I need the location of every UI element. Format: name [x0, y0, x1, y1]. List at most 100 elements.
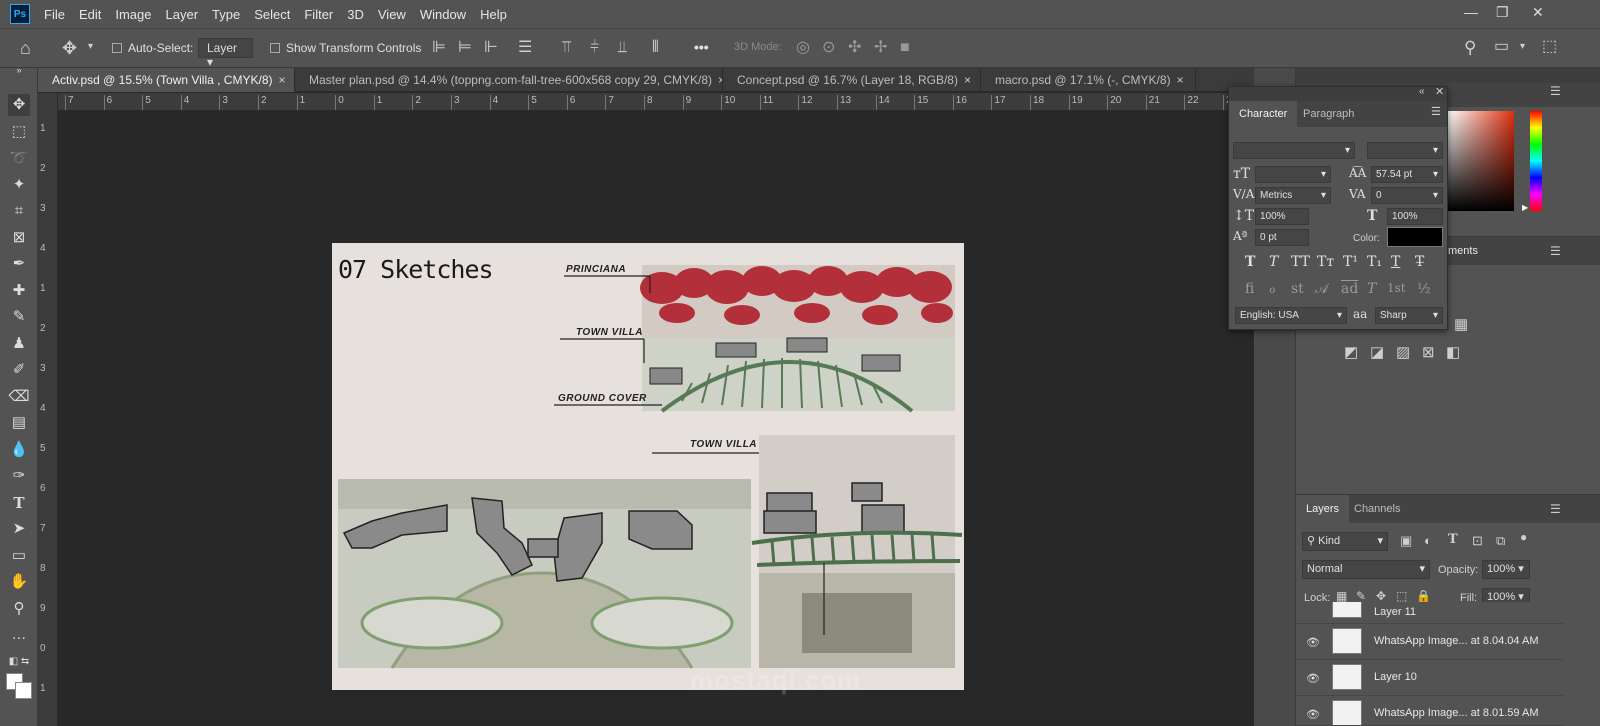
- background-color-swatch[interactable]: [15, 682, 32, 699]
- blur-tool-icon[interactable]: 💧: [8, 439, 30, 461]
- move-tool-icon[interactable]: ✥: [62, 39, 77, 57]
- 3d-slide-icon[interactable]: ✢: [874, 40, 887, 56]
- menu-type[interactable]: Type: [212, 7, 240, 22]
- eraser-tool-icon[interactable]: ⌫: [8, 386, 30, 408]
- visibility-eye-icon[interactable]: 👁: [1306, 636, 1320, 649]
- tab-paragraph[interactable]: Paragraph: [1293, 101, 1364, 127]
- tab-channels[interactable]: Channels: [1354, 495, 1400, 523]
- gradient-map-icon[interactable]: ▨: [1396, 345, 1410, 360]
- align-left-icon[interactable]: ⊫: [432, 40, 446, 56]
- distribute-vertical-icon[interactable]: ⫴: [652, 40, 659, 56]
- ligatures-icon[interactable]: fi: [1245, 281, 1254, 297]
- layer-row[interactable]: 👁 WhatsApp Image... at 8.04.04 AM: [1296, 624, 1564, 660]
- tab-activ[interactable]: Activ.psd @ 15.5% (Town Villa , CMYK/8) ×: [38, 68, 295, 92]
- auto-select-dropdown[interactable]: Layer ▾: [198, 38, 253, 69]
- eyedropper-tool-icon[interactable]: ✒: [8, 253, 30, 275]
- selective-color-icon[interactable]: ⊠: [1422, 345, 1435, 360]
- collapse-panel-icon[interactable]: «: [1419, 87, 1425, 97]
- baseline-shift-input[interactable]: 0 pt: [1255, 229, 1309, 246]
- menu-select[interactable]: Select: [254, 7, 290, 22]
- chevron-down-icon[interactable]: ▾: [88, 42, 93, 52]
- pen-tool-icon[interactable]: ✑: [8, 465, 30, 487]
- ordinals-icon[interactable]: 1st: [1387, 281, 1406, 295]
- visibility-eye-icon[interactable]: 👁: [1306, 708, 1320, 721]
- panel-menu-icon[interactable]: ☰: [1550, 85, 1561, 97]
- frame-tool-icon[interactable]: ⊠: [8, 227, 30, 249]
- tab-layers[interactable]: Layers: [1296, 495, 1350, 523]
- menu-edit[interactable]: Edit: [79, 7, 101, 22]
- tab-concept[interactable]: Concept.psd @ 16.7% (Layer 18, RGB/8) ×: [723, 68, 981, 92]
- photoshop-logo[interactable]: Ps: [10, 4, 30, 24]
- threshold-icon[interactable]: ◪: [1370, 345, 1384, 360]
- fractions-icon[interactable]: ½: [1417, 281, 1431, 297]
- marquee-tool-icon[interactable]: ⬚: [8, 121, 30, 143]
- text-color-swatch[interactable]: [1387, 227, 1443, 247]
- 3d-roll-icon[interactable]: ⊙: [822, 40, 835, 56]
- hue-slider-marker-icon[interactable]: ▶: [1522, 203, 1528, 212]
- filter-toggle-icon[interactable]: ●: [1520, 531, 1527, 543]
- align-top-icon[interactable]: ⫪: [562, 40, 571, 56]
- edit-toolbar-icon[interactable]: …: [8, 624, 30, 646]
- restore-icon[interactable]: ❐: [1496, 4, 1509, 21]
- close-icon[interactable]: ×: [278, 73, 285, 87]
- history-brush-tool-icon[interactable]: ✐: [8, 359, 30, 381]
- small-caps-icon[interactable]: Tт: [1317, 254, 1334, 270]
- menu-window[interactable]: Window: [420, 7, 466, 22]
- share-icon[interactable]: ⬚: [1542, 39, 1557, 55]
- menu-layer[interactable]: Layer: [166, 7, 199, 22]
- menu-file[interactable]: File: [44, 7, 65, 22]
- close-window-icon[interactable]: ✕: [1532, 4, 1544, 21]
- opacity-input[interactable]: 100% ▾: [1482, 560, 1530, 579]
- search-icon[interactable]: ⚲: [1464, 39, 1476, 56]
- filter-pixel-icon[interactable]: ▣: [1400, 534, 1412, 547]
- lock-image-icon[interactable]: ✎: [1356, 590, 1366, 602]
- align-center-icon[interactable]: ⊨: [458, 40, 472, 56]
- lock-transparent-icon[interactable]: ▦: [1336, 590, 1347, 602]
- horizontal-ruler[interactable]: 7 6 5 4 3 2 1 0 1 2 3 4 5 6 7 8 9 10 11 12 13 14 15 16 17 18 19 20 2…: [58, 93, 1228, 111]
- filter-adjustment-icon[interactable]: ◐: [1424, 534, 1432, 547]
- 3d-orbit-icon[interactable]: ◎: [796, 40, 810, 56]
- 3d-camera-icon[interactable]: ■: [900, 40, 910, 56]
- grid-adjust-icon[interactable]: ▦: [1454, 317, 1468, 332]
- healing-brush-tool-icon[interactable]: ✚: [8, 280, 30, 302]
- collapse-toolbar-icon[interactable]: »: [8, 65, 30, 75]
- align-bottom-icon[interactable]: ⫫: [618, 40, 627, 56]
- layer-filter-dropdown[interactable]: ⚲ Kind ▾: [1302, 532, 1388, 551]
- layer-row[interactable]: 👁 Layer 10: [1296, 660, 1564, 696]
- faux-italic-icon[interactable]: T: [1269, 254, 1278, 270]
- layer-row[interactable]: Layer 11: [1296, 602, 1564, 624]
- titling-icon[interactable]: T: [1367, 281, 1376, 297]
- all-caps-icon[interactable]: TT: [1291, 254, 1310, 270]
- close-icon[interactable]: ×: [964, 73, 971, 87]
- superscript-icon[interactable]: T¹: [1343, 254, 1358, 270]
- leading-input[interactable]: 57.54 pt ▾: [1371, 166, 1443, 183]
- channel-mixer-icon[interactable]: ◧: [1446, 345, 1460, 360]
- zoom-tool-icon[interactable]: ⚲: [8, 598, 30, 620]
- discretionary-ligatures-icon[interactable]: st: [1291, 281, 1304, 297]
- font-size-input[interactable]: ▾: [1255, 166, 1331, 183]
- panel-menu-icon[interactable]: ☰: [1550, 245, 1561, 257]
- subscript-icon[interactable]: T₁: [1367, 254, 1382, 270]
- blend-mode-dropdown[interactable]: Normal ▾: [1302, 560, 1430, 579]
- adjustments-tab-label[interactable]: ments: [1448, 245, 1478, 257]
- move-tool-icon[interactable]: ✥: [8, 94, 30, 116]
- crop-tool-icon[interactable]: ⌗: [8, 200, 30, 222]
- type-tool-icon[interactable]: T: [8, 492, 30, 514]
- panel-menu-icon[interactable]: ☰: [1550, 503, 1561, 515]
- swash-icon[interactable]: 𝒜: [1315, 281, 1328, 297]
- show-transform-checkbox[interactable]: Show Transform Controls: [270, 41, 421, 55]
- tab-character[interactable]: Character: [1229, 101, 1298, 127]
- default-colors-icon[interactable]: ◧ ⇆: [8, 651, 30, 673]
- menu-help[interactable]: Help: [480, 7, 507, 22]
- distribute-icon[interactable]: ☰: [518, 40, 532, 56]
- document-artboard[interactable]: 07 Sketches PRINCIANA TOWN VILLA GROUND …: [332, 243, 964, 690]
- close-icon[interactable]: ×: [1177, 73, 1184, 87]
- lock-position-icon[interactable]: ✥: [1376, 590, 1386, 602]
- filter-smart-object-icon[interactable]: ⧉: [1496, 534, 1505, 547]
- magic-wand-tool-icon[interactable]: ✦: [8, 174, 30, 196]
- lock-artboard-icon[interactable]: ⬚: [1396, 590, 1407, 602]
- tracking-input[interactable]: 0 ▾: [1371, 187, 1443, 204]
- font-style-dropdown[interactable]: ▾: [1367, 142, 1443, 159]
- align-middle-icon[interactable]: ⫩: [590, 40, 599, 56]
- brush-tool-icon[interactable]: ✎: [8, 306, 30, 328]
